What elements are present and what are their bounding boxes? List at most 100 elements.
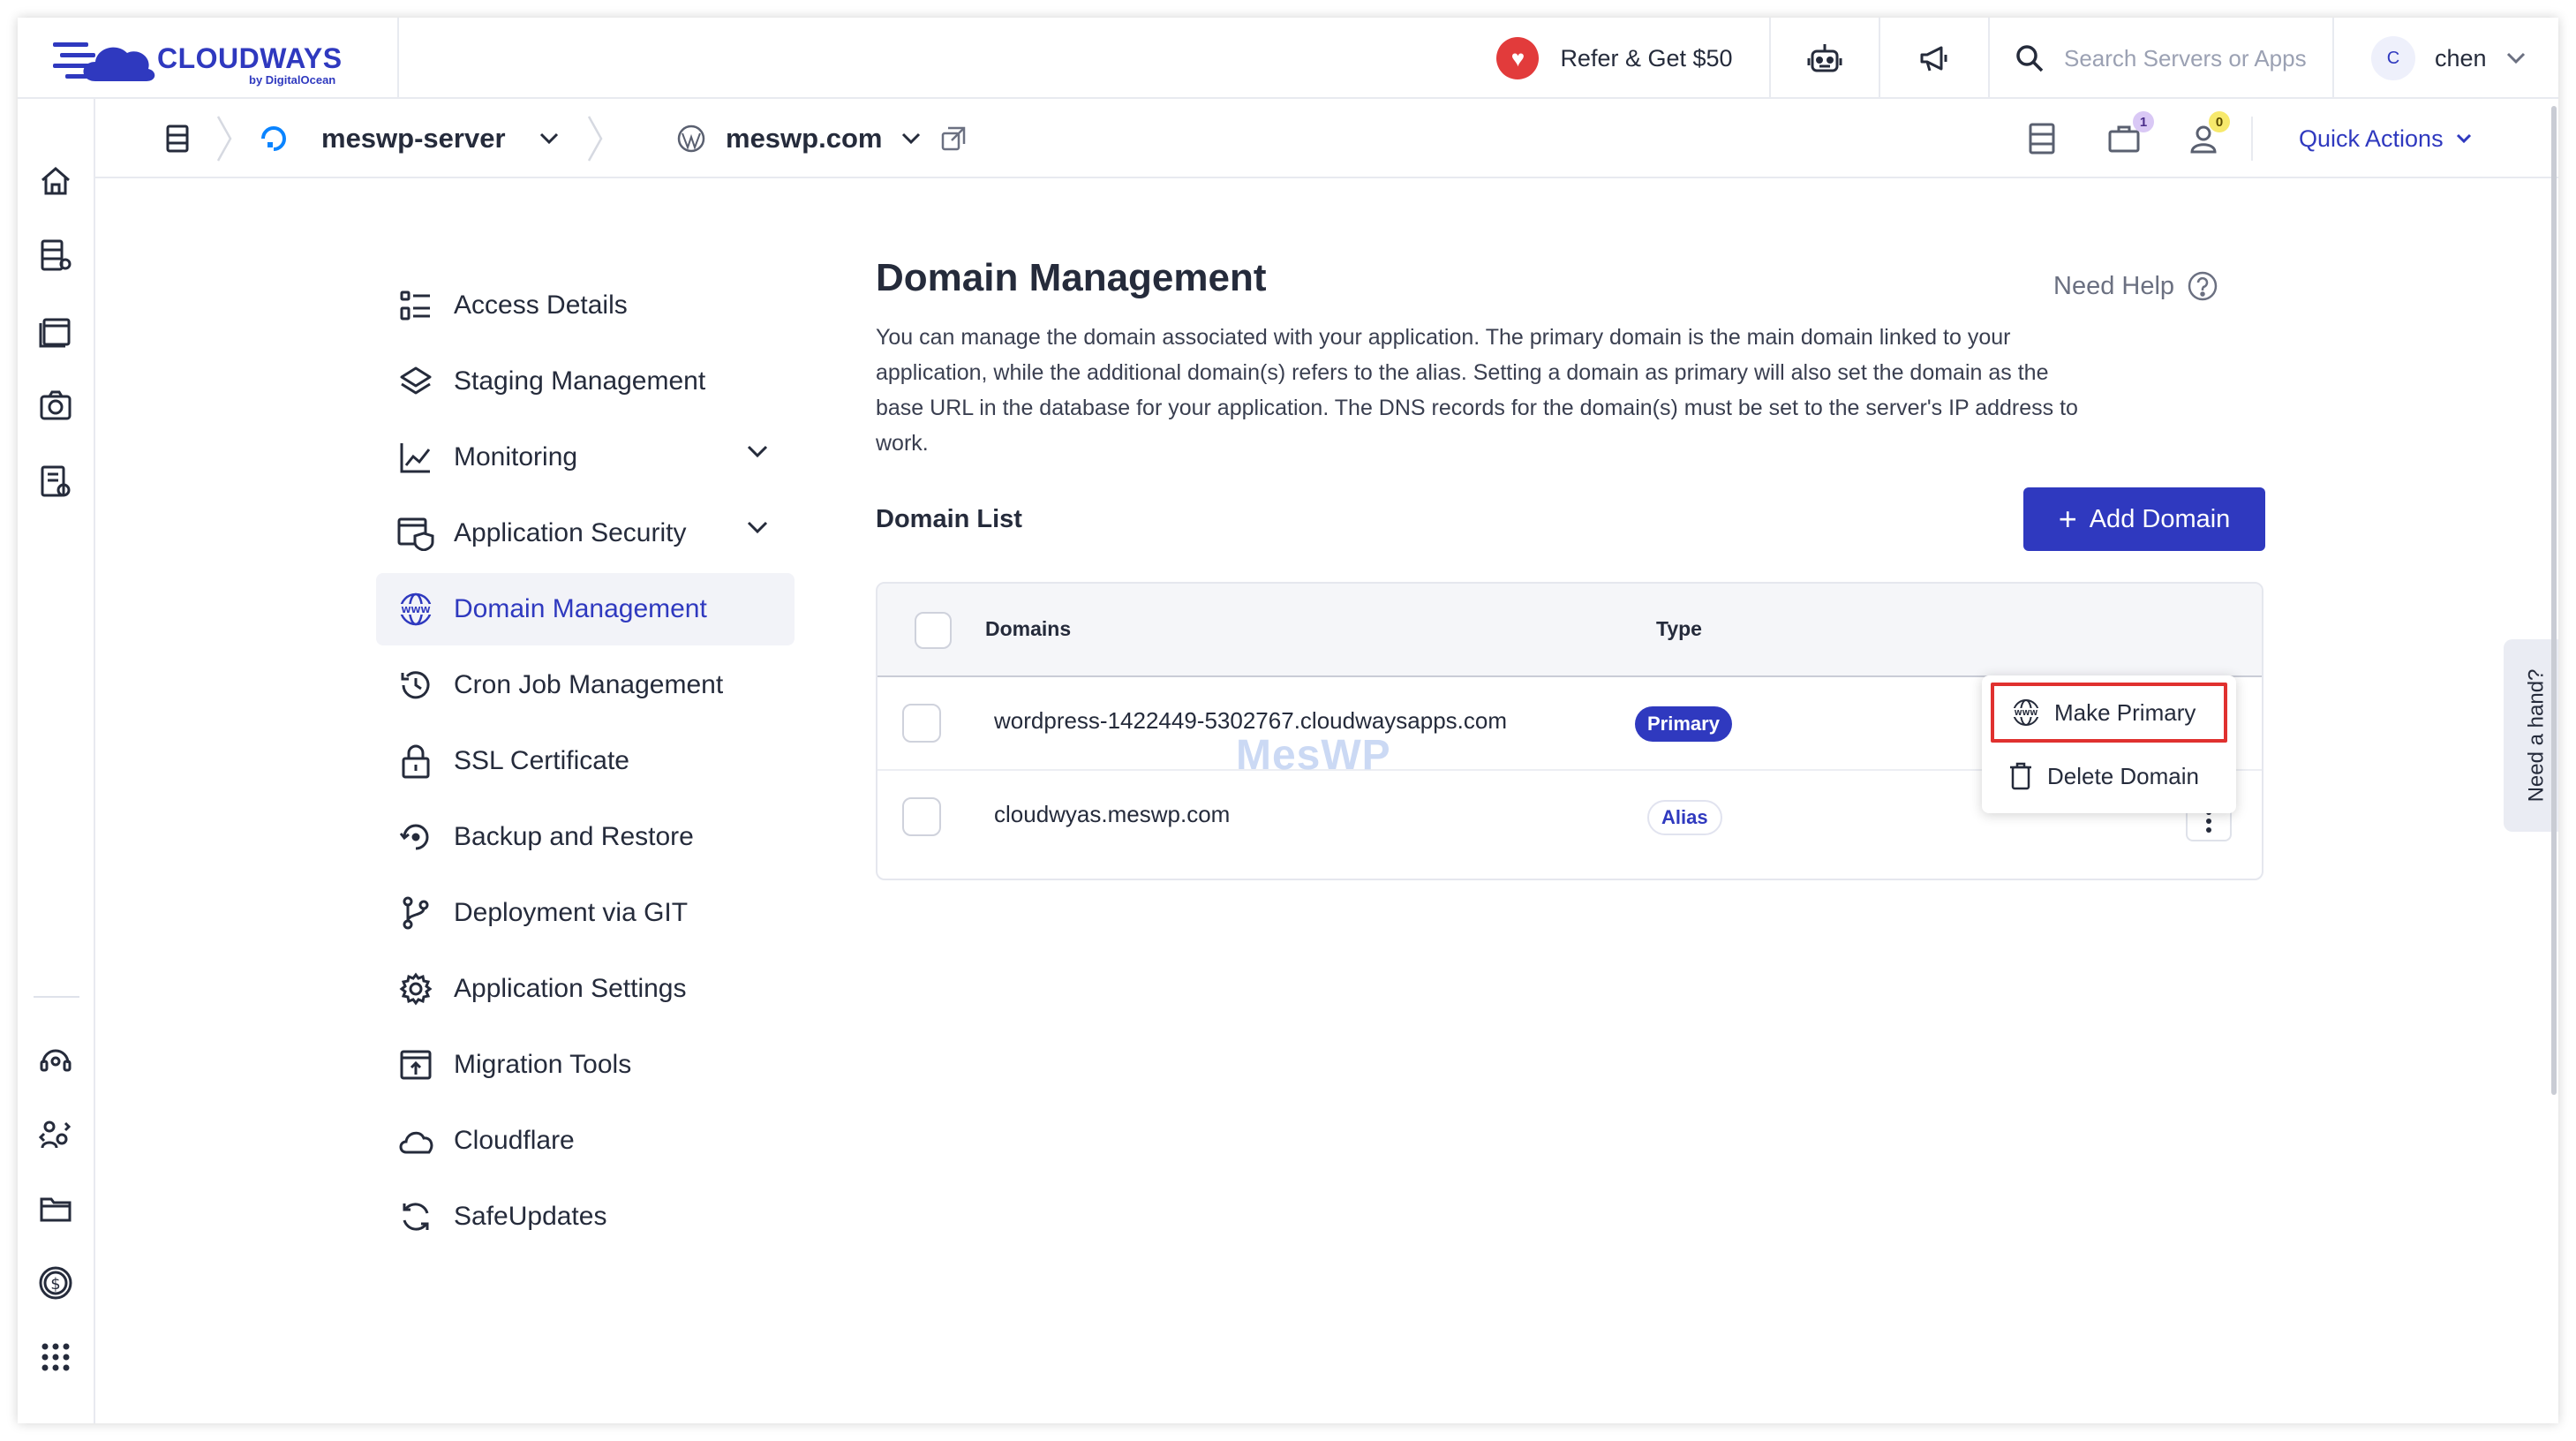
menu-item-label: Domain Management xyxy=(454,594,707,623)
watermark: MesWP xyxy=(1236,732,1391,779)
left-rail: $ xyxy=(18,99,95,1423)
server-details-icon[interactable] xyxy=(2029,99,2055,178)
user-name: chen xyxy=(2435,44,2487,72)
search-box[interactable]: Search Servers or Apps xyxy=(1988,18,2332,99)
delete-domain-option[interactable]: Delete Domain xyxy=(1982,748,2236,804)
menu-item-application-settings[interactable]: Application Settings xyxy=(376,953,795,1025)
column-type: Type xyxy=(1656,617,1702,640)
server-selector[interactable]: meswp-server xyxy=(260,99,559,178)
chart-line-icon xyxy=(397,439,434,476)
need-a-hand-tab[interactable]: Need a hand? xyxy=(2504,639,2558,832)
menu-item-cron-job-management[interactable]: Cron Job Management xyxy=(376,649,795,721)
menu-item-cloudflare[interactable]: Cloudflare xyxy=(376,1105,795,1177)
make-primary-label: Make Primary xyxy=(2054,698,2196,726)
projects-icon[interactable] xyxy=(2108,99,2140,178)
access-details-icon xyxy=(397,287,434,324)
column-domains: Domains xyxy=(985,617,1072,640)
refer-link[interactable]: ♥ Refer & Get $50 xyxy=(1460,18,1769,99)
add-domain-button[interactable]: + Add Domain xyxy=(2023,487,2265,551)
digitalocean-icon xyxy=(261,126,286,151)
shield-window-icon xyxy=(397,515,434,552)
projects-badge: 1 xyxy=(2133,111,2154,132)
chevron-down-icon xyxy=(539,132,558,145)
menu-item-migration-tools[interactable]: Migration Tools xyxy=(376,1029,795,1101)
support-icon[interactable] xyxy=(35,1038,76,1079)
chevron-down-icon xyxy=(2506,52,2525,64)
need-help-link[interactable]: Need Help xyxy=(2053,270,2218,302)
domain-management-panel: Domain Management Need Help You can mana… xyxy=(876,256,2271,551)
chevron-down-icon xyxy=(902,132,921,145)
www-globe-icon: WWW xyxy=(397,591,434,628)
menu-item-label: Application Settings xyxy=(454,974,687,1003)
menu-item-ssl-certificate[interactable]: SSL Certificate xyxy=(376,725,795,797)
need-help-label: Need Help xyxy=(2053,271,2175,300)
megaphone-icon xyxy=(1920,46,1947,72)
menu-item-label: Staging Management xyxy=(454,366,706,396)
menu-item-label: Backup and Restore xyxy=(454,822,694,851)
server-list-icon[interactable] xyxy=(166,99,189,178)
user-menu[interactable]: C chen xyxy=(2332,18,2558,99)
cloud-icon xyxy=(397,1122,434,1159)
domain-list-heading: Domain List xyxy=(876,505,1022,533)
refresh-icon xyxy=(397,1198,434,1235)
gear-icon xyxy=(397,970,434,1007)
quick-actions-button[interactable]: Quick Actions xyxy=(2251,117,2472,161)
server-name: meswp-server xyxy=(321,123,506,154)
breadcrumb: meswp-server meswp.com 1 0 Quick Actions xyxy=(95,99,2558,178)
camera-settings-icon[interactable] xyxy=(35,385,76,426)
brand-logo[interactable]: CLOUDWAYS by DigitalOcean xyxy=(18,18,399,99)
menu-item-staging-management[interactable]: Staging Management xyxy=(376,345,795,418)
menu-item-safeupdates[interactable]: SafeUpdates xyxy=(376,1181,795,1253)
row-checkbox[interactable] xyxy=(902,704,941,743)
bot-button[interactable] xyxy=(1769,18,1879,99)
menu-item-domain-management[interactable]: WWW Domain Management xyxy=(376,573,795,645)
menu-item-label: Cron Job Management xyxy=(454,670,724,699)
reports-icon[interactable] xyxy=(35,461,76,502)
menu-item-backup-and-restore[interactable]: Backup and Restore xyxy=(376,801,795,873)
chevron-down-icon xyxy=(2456,133,2471,144)
type-badge-alias: Alias xyxy=(1647,800,1722,835)
search-icon xyxy=(2016,45,2044,72)
layers-icon xyxy=(397,363,434,400)
team-badge: 0 xyxy=(2209,111,2230,132)
folder-icon[interactable] xyxy=(35,1188,76,1229)
scrollbar[interactable] xyxy=(2551,106,2557,1095)
menu-item-monitoring[interactable]: Monitoring xyxy=(376,421,795,494)
svg-text:WWW: WWW xyxy=(2015,709,2038,717)
breadcrumb-separator-icon xyxy=(216,116,232,162)
robot-icon xyxy=(1807,44,1842,72)
row-actions-dropdown: WWW Make Primary Delete Domain xyxy=(1982,675,2236,813)
menu-item-label: SafeUpdates xyxy=(454,1202,607,1231)
home-icon[interactable] xyxy=(35,161,76,201)
trash-icon xyxy=(2010,762,2031,790)
breadcrumb-separator-icon xyxy=(587,116,603,162)
team-icon[interactable] xyxy=(2189,99,2218,178)
wordpress-icon xyxy=(677,124,705,153)
svg-text:$: $ xyxy=(50,1275,60,1294)
avatar: C xyxy=(2371,36,2415,80)
make-primary-option[interactable]: WWW Make Primary xyxy=(1991,683,2227,743)
team-switch-icon[interactable] xyxy=(35,1114,76,1155)
menu-item-deployment-via-git[interactable]: Deployment via GIT xyxy=(376,877,795,949)
git-branch-icon xyxy=(397,894,434,932)
applications-icon[interactable] xyxy=(35,311,76,351)
row-checkbox[interactable] xyxy=(902,797,941,836)
delete-domain-label: Delete Domain xyxy=(2047,762,2199,789)
announcements-button[interactable] xyxy=(1879,18,1988,99)
question-circle-icon xyxy=(2188,271,2218,301)
menu-item-application-security[interactable]: Application Security xyxy=(376,497,795,570)
svg-text:WWW: WWW xyxy=(401,606,430,615)
servers-icon[interactable] xyxy=(35,235,76,275)
chevron-down-icon xyxy=(747,521,768,534)
external-link-icon[interactable] xyxy=(940,125,967,152)
app-selector[interactable]: meswp.com xyxy=(676,99,967,178)
menu-item-access-details[interactable]: Access Details xyxy=(376,269,795,342)
select-all-checkbox[interactable] xyxy=(915,612,952,649)
domain-name: cloudwyas.meswp.com xyxy=(994,801,1231,827)
apps-grid-icon[interactable] xyxy=(35,1337,76,1377)
menu-item-label: SSL Certificate xyxy=(454,746,629,775)
billing-icon[interactable]: $ xyxy=(35,1263,76,1303)
table-header: Domains Type xyxy=(877,584,2262,677)
menu-item-label: Migration Tools xyxy=(454,1050,632,1079)
plus-icon: + xyxy=(2058,501,2077,537)
